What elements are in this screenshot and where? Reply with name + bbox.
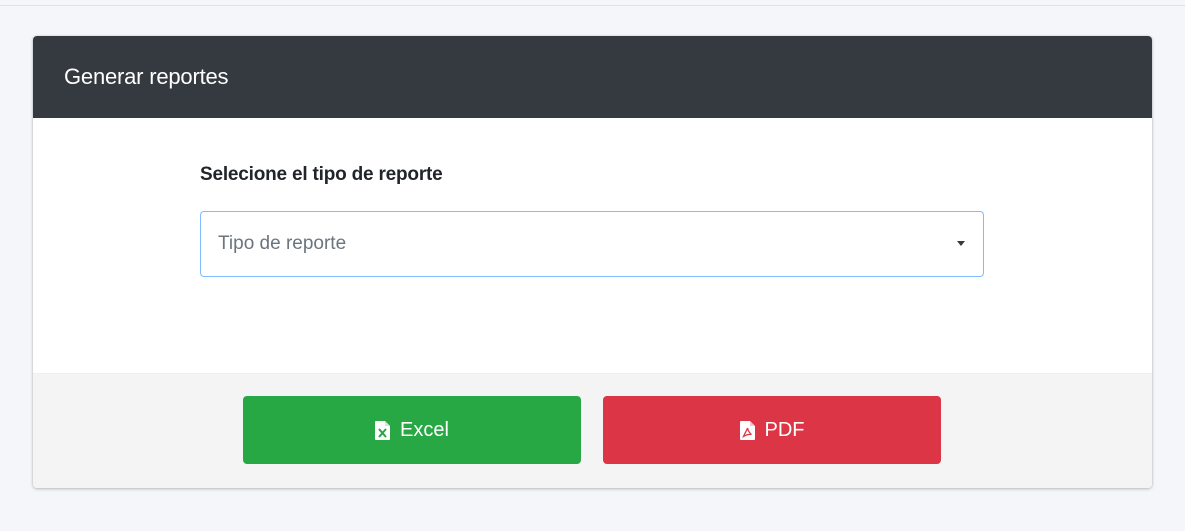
pdf-button[interactable]: PDF [603, 396, 941, 464]
card-header: Generar reportes [33, 36, 1152, 118]
card-body: Selecione el tipo de reporte Tipo de rep… [33, 118, 1152, 373]
file-excel-icon [375, 420, 391, 440]
excel-button-label: Excel [400, 418, 449, 441]
report-type-select[interactable]: Tipo de reporte [200, 211, 984, 277]
card-title: Generar reportes [64, 64, 229, 89]
report-type-label: Selecione el tipo de reporte [200, 164, 443, 185]
caret-down-icon [957, 241, 965, 246]
excel-button[interactable]: Excel [243, 396, 581, 464]
report-type-select-placeholder: Tipo de reporte [218, 233, 347, 254]
card-footer: Excel PDF [33, 373, 1152, 488]
pdf-button-label: PDF [764, 418, 805, 441]
file-pdf-icon [739, 420, 755, 440]
top-divider [0, 5, 1185, 6]
report-card: Generar reportes Selecione el tipo de re… [33, 36, 1152, 488]
